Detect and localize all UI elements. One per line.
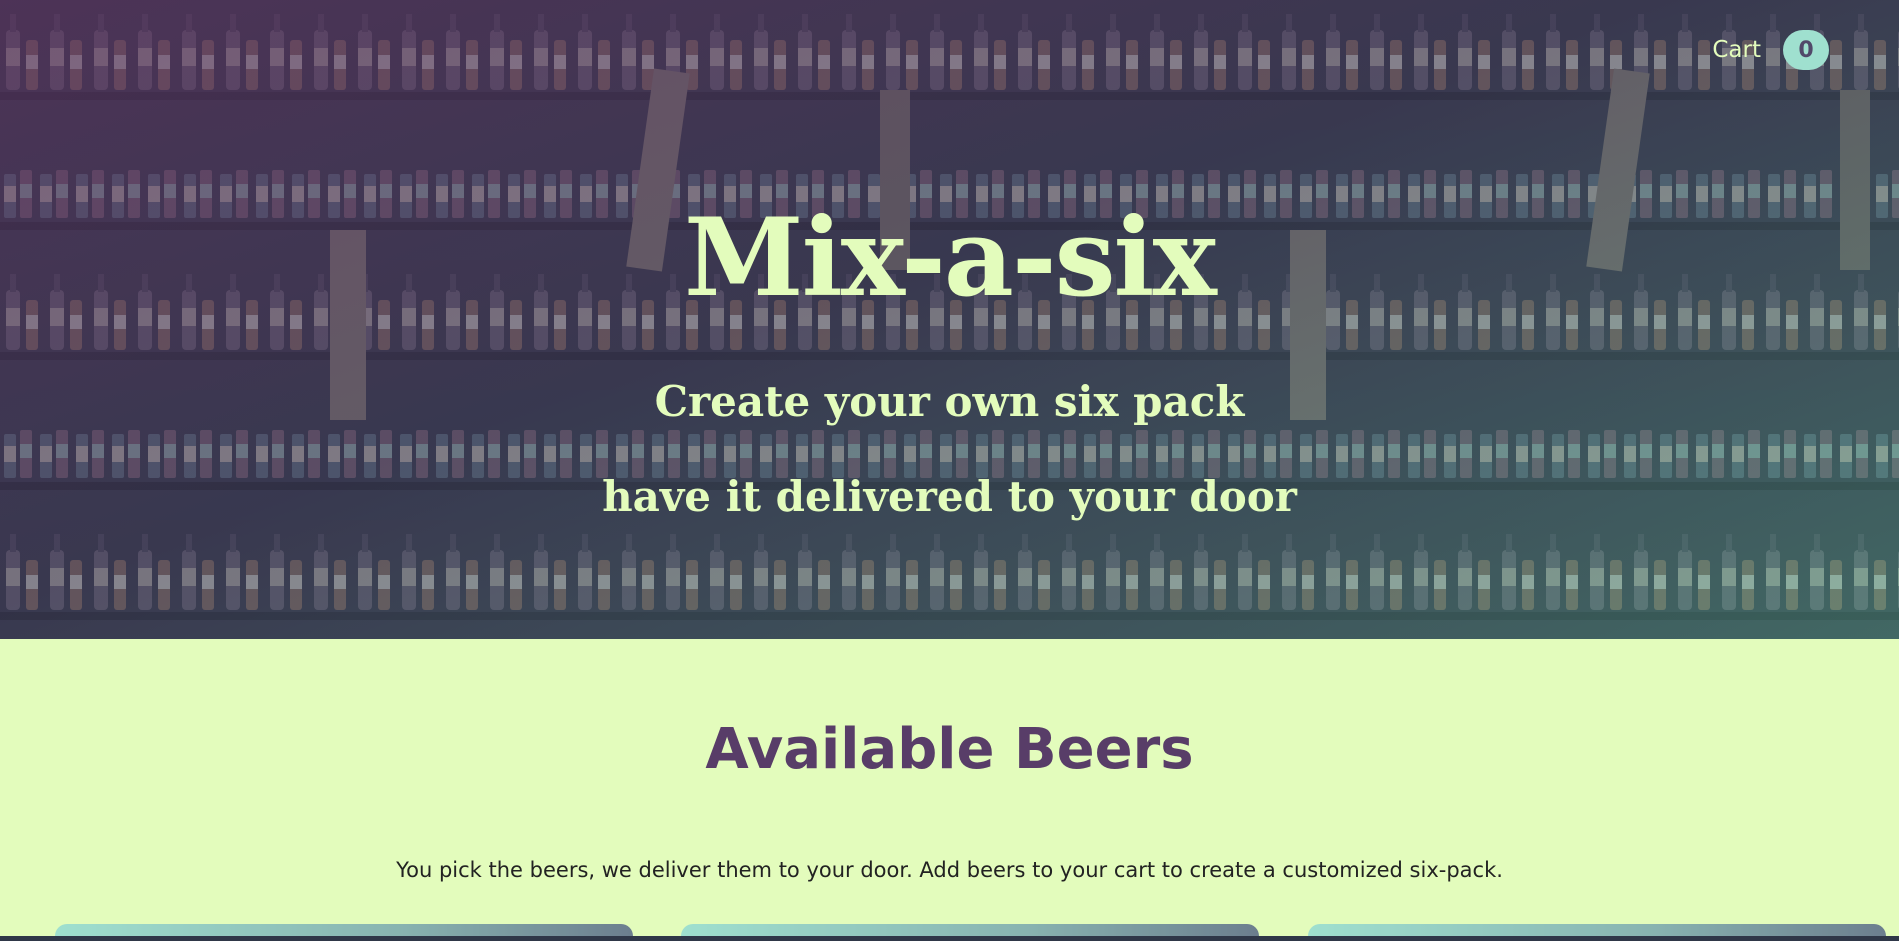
section-intro-text: You pick the beers, we deliver them to y… — [396, 858, 1503, 882]
page-bottom-edge — [0, 936, 1899, 941]
cart-button[interactable]: Cart 0 — [1712, 30, 1829, 70]
cart-label: Cart — [1712, 37, 1761, 63]
hero-subtitle-line1: Create your own six pack — [654, 377, 1245, 426]
hero-subtitle-line2: have it delivered to your door — [602, 472, 1297, 521]
section-title: Available Beers — [705, 717, 1194, 782]
site-title: Mix-a-six — [684, 195, 1217, 321]
hero-banner: Cart 0 Mix-a-six Create your own six pac… — [0, 0, 1899, 639]
cart-count-badge: 0 — [1783, 30, 1829, 70]
page: Cart 0 Mix-a-six Create your own six pac… — [0, 0, 1899, 941]
